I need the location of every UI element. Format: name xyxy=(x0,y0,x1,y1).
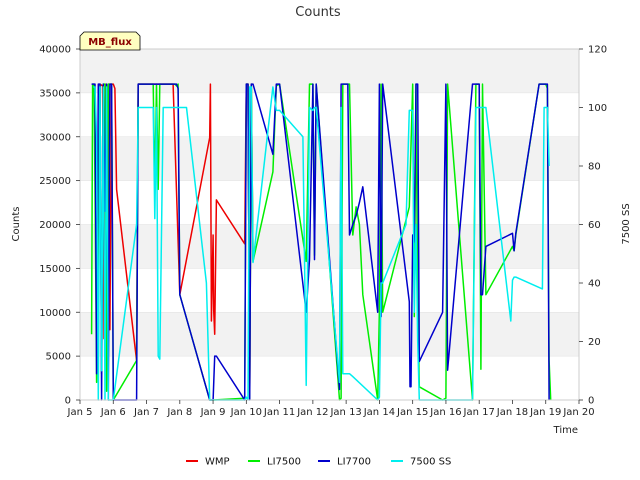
y-tick-label: 15000 xyxy=(39,264,71,275)
x-tick-label: Jan 16 xyxy=(429,407,461,418)
y-tick-label: 20000 xyxy=(39,220,71,231)
x-tick-label: Jan 19 xyxy=(529,407,561,418)
y2-tick-label: 0 xyxy=(588,396,594,407)
y-tick-label: 0 xyxy=(65,396,71,407)
y2-tick-label: 100 xyxy=(588,103,607,114)
chart-title: Counts xyxy=(295,5,341,20)
legend-label: WMP xyxy=(205,457,230,468)
y2-axis-label: 7500 SS xyxy=(621,203,632,244)
grid-band xyxy=(80,49,579,93)
legend-label: 7500 SS xyxy=(410,457,451,468)
x-tick-label: Jan 20 xyxy=(562,407,594,418)
y-tick-label: 35000 xyxy=(39,88,71,99)
y-axis-label: Counts xyxy=(11,207,22,242)
badge-label: MB_flux xyxy=(88,37,132,48)
x-tick-label: Jan 15 xyxy=(396,407,428,418)
x-tick-label: Jan 7 xyxy=(133,407,159,418)
y2-tick-label: 80 xyxy=(588,162,601,173)
y-tick-label: 40000 xyxy=(39,45,71,56)
y-tick-label: 30000 xyxy=(39,132,71,143)
x-tick-label: Jan 14 xyxy=(363,407,395,418)
x-tick-label: Jan 12 xyxy=(296,407,328,418)
y2-tick-label: 60 xyxy=(588,220,601,231)
x-axis-label: Time xyxy=(553,425,578,436)
x-tick-label: Jan 9 xyxy=(200,407,226,418)
x-tick-label: Jan 8 xyxy=(166,407,192,418)
x-tick-label: Jan 18 xyxy=(496,407,528,418)
x-tick-label: Jan 17 xyxy=(463,407,495,418)
legend-label: LI7500 xyxy=(267,457,301,468)
x-tick-label: Jan 10 xyxy=(230,407,262,418)
x-tick-label: Jan 6 xyxy=(100,407,126,418)
counts-chart: Counts Jan 5 Jan 6 Jan 7 Jan 8 Jan 9 Jan 10 Ja… xyxy=(0,0,640,480)
x-tick-label: Jan 13 xyxy=(329,407,361,418)
x-tick-label: Jan 11 xyxy=(263,407,295,418)
y2-tick-label: 20 xyxy=(588,337,601,348)
y-tick-label: 5000 xyxy=(46,352,71,363)
mb-flux-badge: MB_flux xyxy=(79,31,141,51)
y-tick-label: 10000 xyxy=(39,308,71,319)
x-tick-label: Jan 5 xyxy=(67,407,93,418)
grid-band xyxy=(80,312,579,357)
y2-tick-label: 120 xyxy=(588,45,607,56)
y-tick-label: 25000 xyxy=(39,176,71,187)
y2-tick-label: 40 xyxy=(588,279,601,290)
legend-label: LI7700 xyxy=(337,457,371,468)
